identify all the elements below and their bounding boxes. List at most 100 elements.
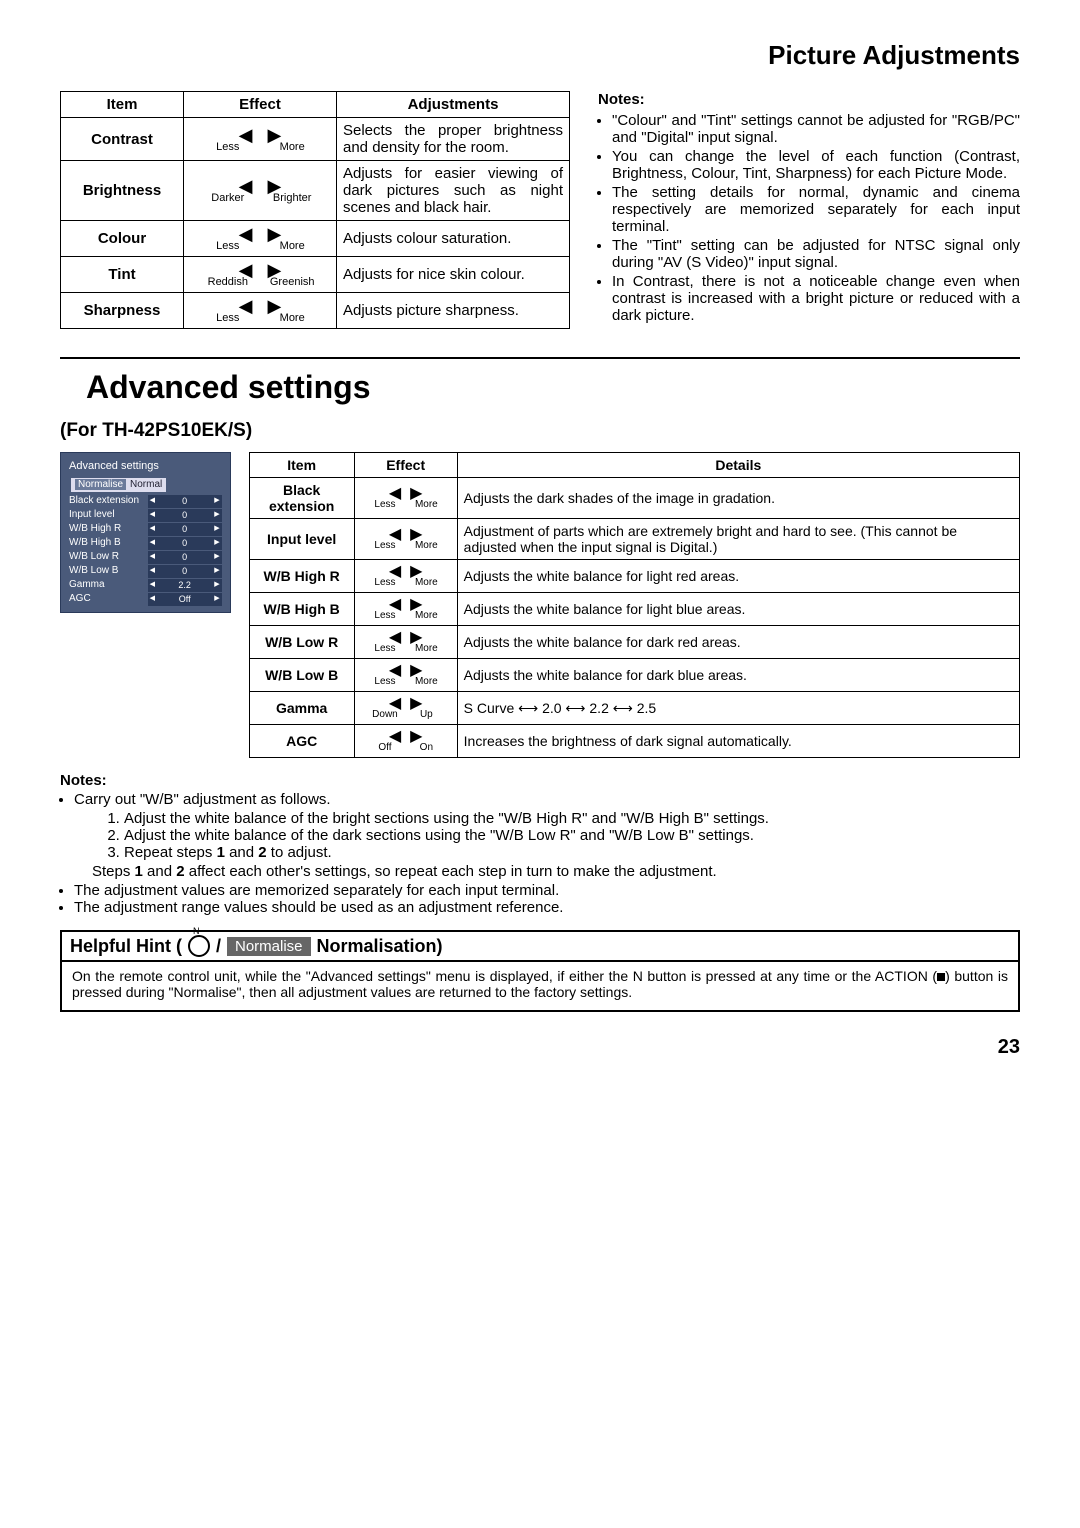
menu-label: Input level (69, 508, 115, 522)
label-left: Less (364, 644, 405, 654)
effect-cell: ◀ ▶ LessMore (184, 221, 337, 257)
menu-value: ◀0▶ (148, 537, 222, 550)
label-right: More (406, 578, 447, 588)
hint-body: On the remote control unit, while the "A… (62, 962, 1018, 1010)
table-row: Colour ◀ ▶ LessMore Adjusts colour satur… (61, 221, 570, 257)
item-label: W/B High B (249, 593, 354, 626)
menu-item: AGC◀Off▶ (65, 592, 226, 606)
table-row: W/B High B ◀ ▶ LessMore Adjusts the whit… (249, 593, 1019, 626)
step-note: Steps 1 and 2 affect each other's settin… (92, 863, 1020, 880)
table-row: Gamma ◀ ▶ DownUp S Curve ⟷ 2.0 ⟷ 2.2 ⟷ 2… (249, 692, 1019, 725)
menu-item: W/B Low R◀0▶ (65, 550, 226, 564)
item-label: W/B High R (249, 560, 354, 593)
label-left: Darker (196, 193, 260, 204)
table-row: Brightness ◀ ▶ DarkerBrighter Adjusts fo… (61, 161, 570, 221)
label-left: Less (196, 142, 260, 153)
menu-label: W/B High B (69, 536, 121, 550)
model-subheading: (For TH-42PS10EK/S) (60, 420, 1020, 442)
right-arrow-icon: ▶ (214, 496, 219, 506)
page-title: Picture Adjustments (60, 40, 1020, 71)
right-arrow-icon: ▶ (214, 524, 219, 534)
effect-cell: ◀ ▶ DarkerBrighter (184, 161, 337, 221)
picture-adjustments-table: Item Effect Adjustments Contrast ◀ ▶ Les… (60, 91, 570, 329)
normal-label: Normal (130, 479, 162, 490)
label-right: Brighter (260, 193, 324, 204)
right-arrow-icon: ▶ (214, 580, 219, 590)
page-number: 23 (60, 1036, 1020, 1059)
menu-label: Black extension (69, 494, 139, 508)
item-label: Input level (249, 519, 354, 560)
normalise-row: Normalise Normal (71, 478, 166, 492)
right-arrow-icon: ▶ (214, 566, 219, 576)
label-right: On (406, 743, 447, 753)
step-item: Adjust the white balance of the bright s… (124, 810, 1020, 827)
menu-value: ◀0▶ (148, 565, 222, 578)
hint-header: Helpful Hint ( N / Normalise Normalisati… (62, 932, 1018, 962)
effect-cell: ◀ ▶ OffOn (354, 725, 457, 758)
label-left: Less (196, 313, 260, 324)
picture-section: Item Effect Adjustments Contrast ◀ ▶ Les… (60, 91, 1020, 329)
effect-cell: ◀ ▶ LessMore (354, 478, 457, 519)
note-item: The adjustment range values should be us… (74, 899, 1020, 916)
note-item: The setting details for normal, dynamic … (612, 184, 1020, 235)
notes-bottom: Notes: Carry out "W/B" adjustment as fol… (60, 772, 1020, 916)
adjustment-desc: Selects the proper brightness and densit… (337, 118, 570, 161)
item-label: Tint (61, 257, 184, 293)
label-left: Less (364, 578, 405, 588)
label-right: More (406, 611, 447, 621)
effect-cell: ◀ ▶ LessMore (184, 118, 337, 161)
item-label: Gamma (249, 692, 354, 725)
adjustment-desc: Adjusts for easier viewing of dark pictu… (337, 161, 570, 221)
label-left: Less (364, 611, 405, 621)
detail-desc: Adjustment of parts which are extremely … (457, 519, 1019, 560)
action-square-icon (937, 973, 945, 981)
menu-label: W/B Low B (69, 564, 118, 578)
item-label: Colour (61, 221, 184, 257)
effect-cell: ◀ ▶ DownUp (354, 692, 457, 725)
advanced-table: Item Effect Details Black extension ◀ ▶ … (249, 452, 1020, 758)
menu-item: Gamma◀2.2▶ (65, 578, 226, 592)
menu-label: W/B High R (69, 522, 121, 536)
label-right: More (260, 241, 324, 252)
detail-desc: Adjusts the dark shades of the image in … (457, 478, 1019, 519)
menu-label: AGC (69, 592, 91, 606)
note-item: The "Tint" setting can be adjusted for N… (612, 237, 1020, 271)
advanced-heading: Advanced settings (86, 369, 1020, 406)
menu-item: Input level ◀0▶ (65, 508, 226, 522)
menu-value: ◀0▶ (148, 495, 222, 508)
normalise-pill: Normalise (227, 937, 311, 956)
label-right: Up (406, 710, 447, 720)
th-item: Item (249, 453, 354, 478)
right-arrow-icon: ▶ (214, 594, 219, 604)
separator (60, 357, 1020, 359)
table-row: Sharpness ◀ ▶ LessMore Adjusts picture s… (61, 293, 570, 329)
th-item: Item (61, 92, 184, 118)
menu-value: ◀0▶ (148, 551, 222, 564)
menu-value: ◀0▶ (148, 509, 222, 522)
menu-value: ◀2.2▶ (148, 579, 222, 592)
label-right: More (406, 677, 447, 687)
normalise-button-mock: Normalise (75, 479, 126, 490)
item-label: Brightness (61, 161, 184, 221)
menu-title: Advanced settings (65, 457, 226, 476)
hint-slash: / (216, 936, 221, 957)
effect-cell: ◀ ▶ LessMore (184, 293, 337, 329)
detail-desc: Adjusts the white balance for light red … (457, 560, 1019, 593)
right-arrow-icon: ▶ (214, 552, 219, 562)
label-left: Down (364, 710, 405, 720)
left-arrow-icon: ◀ (150, 566, 155, 576)
label-left: Less (364, 500, 405, 510)
table-row: Tint ◀ ▶ ReddishGreenish Adjusts for nic… (61, 257, 570, 293)
right-arrow-icon: ▶ (214, 538, 219, 548)
note-item: In Contrast, there is not a noticeable c… (612, 273, 1020, 324)
table-row: W/B Low R ◀ ▶ LessMore Adjusts the white… (249, 626, 1019, 659)
n-button-icon: N (188, 935, 210, 957)
table-row: Black extension ◀ ▶ LessMore Adjusts the… (249, 478, 1019, 519)
step-item: Adjust the white balance of the dark sec… (124, 827, 1020, 844)
left-arrow-icon: ◀ (150, 594, 155, 604)
item-label: Contrast (61, 118, 184, 161)
detail-desc: Adjusts the white balance for light blue… (457, 593, 1019, 626)
adjustment-desc: Adjusts picture sharpness. (337, 293, 570, 329)
note-item: You can change the level of each functio… (612, 148, 1020, 182)
th-details: Details (457, 453, 1019, 478)
